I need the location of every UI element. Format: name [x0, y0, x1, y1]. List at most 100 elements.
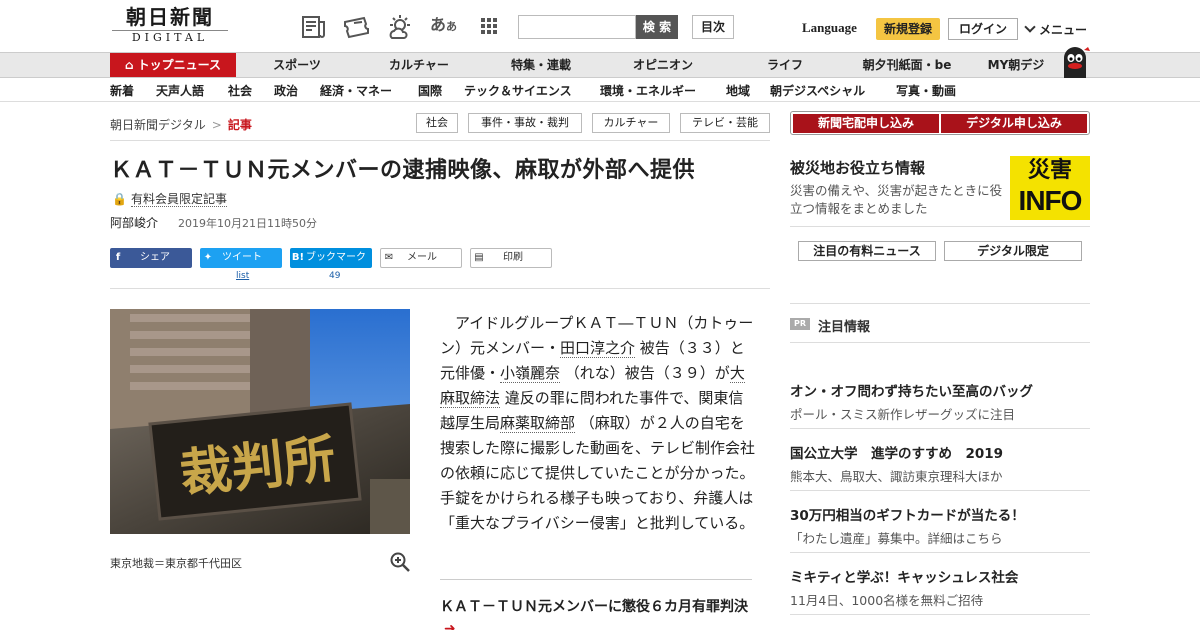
logo-subtitle: DIGITAL	[112, 30, 228, 45]
home-icon: ⌂	[125, 58, 134, 72]
breadcrumb-separator: >	[211, 118, 222, 132]
newspaper-icon[interactable]	[300, 14, 328, 40]
grid-icon[interactable]	[478, 14, 506, 40]
banner-text-top: 災害	[1027, 158, 1072, 183]
subnav-item[interactable]: 朝デジスペシャル	[770, 82, 865, 99]
author-name[interactable]: 阿部峻介	[110, 214, 158, 231]
keyword-link[interactable]: 麻薬取締部	[500, 414, 576, 433]
subnav-item[interactable]: 新着	[110, 82, 134, 99]
pr-item[interactable]: オン・オフ問わず持ちたい至高のバッグ ポール・スミス新作レザーグッズに注目	[790, 380, 1090, 423]
divider	[440, 579, 752, 580]
weather-icon[interactable]	[386, 14, 414, 40]
menu-button[interactable]: メニュー	[1024, 21, 1087, 38]
nav-item-top-news[interactable]: ⌂ トップニュース	[110, 53, 236, 77]
photo-caption: 東京地裁＝東京都千代田区	[110, 557, 242, 570]
hatena-icon: B!	[291, 252, 305, 263]
facebook-share-button[interactable]: f シェア	[110, 248, 192, 268]
digital-subscribe-button[interactable]: デジタル申し込み	[941, 114, 1087, 133]
subnav-item[interactable]: 政治	[274, 82, 298, 99]
nav-item-paper[interactable]: 朝夕刊紙面・be	[852, 53, 962, 77]
body-text: （れな）被告（３９）が	[560, 364, 730, 382]
article-photo[interactable]: 裁判所	[110, 309, 410, 534]
twitter-icon: ✦	[203, 252, 213, 263]
pr-item-title: ミキティと学ぶ！キャッシュレス社会	[790, 570, 1019, 586]
paid-label: 有料会員限定記事	[130, 192, 227, 207]
subnav-item[interactable]: 写真・動画	[896, 82, 956, 99]
divider	[790, 303, 1090, 304]
facebook-icon: f	[115, 252, 121, 263]
mail-label: メール	[407, 252, 437, 263]
twitter-share-label: ツイート	[222, 252, 262, 263]
print-button[interactable]: ▤ 印刷	[470, 248, 552, 268]
divider	[790, 552, 1090, 553]
toc-button[interactable]: 目次	[692, 15, 734, 39]
font-size-icon[interactable]: ああ	[430, 14, 458, 40]
twitter-count[interactable]: list	[236, 271, 249, 281]
page: 朝日新聞 DIGITAL ああ 検 索 目次 Language 新規登録 ログイ…	[0, 0, 1200, 630]
pr-item-subtitle: 「わたし遺産」募集中。詳細はこちら	[790, 531, 1003, 546]
pr-item-title: 国公立大学 進学のすすめ 2019	[790, 446, 1004, 462]
subnav-item[interactable]: 経済・マネー	[320, 82, 392, 99]
register-button[interactable]: 新規登録	[876, 18, 940, 40]
mascot-icon[interactable]	[1058, 44, 1092, 78]
ticket-icon[interactable]	[342, 14, 370, 40]
pr-item[interactable]: 30万円相当のギフトカードが当たる！ 「わたし遺産」募集中。詳細はこちら	[790, 504, 1090, 547]
language-link[interactable]: Language	[802, 20, 857, 36]
divider	[110, 140, 770, 141]
subnav-item[interactable]: 天声人語	[156, 82, 204, 99]
disaster-info-banner[interactable]: 災害 INFO	[1010, 156, 1090, 220]
divider	[790, 614, 1090, 615]
hatena-count[interactable]: 49	[329, 271, 340, 281]
search-button[interactable]: 検 索	[636, 15, 678, 39]
subnav-item[interactable]: テック＆サイエンス	[464, 82, 572, 99]
breadcrumb-current: 記事	[227, 118, 252, 132]
tag-culture[interactable]: カルチャー	[592, 113, 670, 133]
zoom-icon[interactable]	[390, 552, 410, 572]
article-title: ＫＡＴ－ＴＵＮ元メンバーの逮捕映像、麻取が外部へ提供	[110, 158, 696, 183]
nav-item-my-asahi[interactable]: MY朝デジ	[980, 53, 1052, 77]
divider	[790, 428, 1090, 429]
print-label: 印刷	[503, 252, 523, 263]
keyword-link[interactable]: 田口淳之介	[560, 339, 636, 358]
nav-item-features[interactable]: 特集・連載	[494, 53, 588, 77]
hatena-bookmark-button[interactable]: B! ブックマーク	[290, 248, 372, 268]
subnav-item[interactable]: 地域	[726, 82, 750, 99]
tab-digital-only[interactable]: デジタル限定	[944, 241, 1082, 261]
search-input[interactable]	[518, 15, 636, 39]
related-article-title: ＫＡＴ－ＴＵＮ元メンバーに懲役６カ月有罪判決	[440, 599, 748, 615]
pr-item-title: オン・オフ問わず持ちたい至高のバッグ	[790, 384, 1033, 400]
subnav-item[interactable]: 環境・エネルギー	[600, 82, 696, 99]
pr-item[interactable]: ミキティと学ぶ！キャッシュレス社会 11月4日、1000名様を無料ご招待	[790, 566, 1090, 609]
breadcrumb: 朝日新聞デジタル > 記事	[110, 116, 252, 133]
pr-badge: PR	[790, 318, 810, 330]
pr-section-title: 注目情報	[818, 320, 871, 335]
nav-item-sports[interactable]: スポーツ	[252, 53, 342, 77]
pr-item-title: 30万円相当のギフトカードが当たる！	[790, 508, 1025, 524]
newspaper-subscribe-button[interactable]: 新聞宅配申し込み	[793, 114, 939, 133]
disaster-info-title[interactable]: 被災地お役立ち情報	[790, 157, 925, 178]
keyword-link[interactable]: 小嶺麗奈	[500, 364, 561, 383]
breadcrumb-root[interactable]: 朝日新聞デジタル	[110, 118, 206, 132]
mail-button[interactable]: ✉ メール	[380, 248, 462, 268]
site-logo[interactable]: 朝日新聞 DIGITAL	[112, 6, 228, 46]
hatena-label: ブックマーク	[306, 252, 366, 263]
subnav-item[interactable]: 国際	[418, 82, 442, 99]
pr-item-subtitle: 11月4日、1000名様を無料ご招待	[790, 593, 984, 608]
divider	[110, 288, 770, 289]
tag-society[interactable]: 社会	[416, 113, 458, 133]
pr-item-subtitle: 熊本大、鳥取大、諏訪東京理科大ほか	[790, 469, 1003, 484]
pr-item[interactable]: 国公立大学 進学のすすめ 2019 熊本大、鳥取大、諏訪東京理科大ほか	[790, 442, 1090, 485]
tag-tv[interactable]: テレビ・芸能	[680, 113, 770, 133]
tag-incidents[interactable]: 事件・事故・裁判	[468, 113, 582, 133]
paid-badge[interactable]: 🔒 有料会員限定記事	[112, 190, 227, 207]
nav-item-culture[interactable]: カルチャー	[372, 53, 466, 77]
arrow-right-icon: ➜	[444, 621, 456, 630]
subnav-item[interactable]: 社会	[228, 82, 252, 99]
article-body: アイドルグループＫＡＴ―ＴＵＮ（カトゥーン）元メンバー・田口淳之介 被告（３３）…	[440, 311, 756, 536]
login-button[interactable]: ログイン	[948, 18, 1018, 40]
related-article-link[interactable]: ＫＡＴ－ＴＵＮ元メンバーに懲役６カ月有罪判決 ➜	[440, 596, 752, 630]
nav-item-opinion[interactable]: オピニオン	[616, 53, 710, 77]
twitter-share-button[interactable]: ✦ ツイート	[200, 248, 282, 268]
nav-item-life[interactable]: ライフ	[740, 53, 830, 77]
tab-premium-news[interactable]: 注目の有料ニュース	[798, 241, 936, 261]
